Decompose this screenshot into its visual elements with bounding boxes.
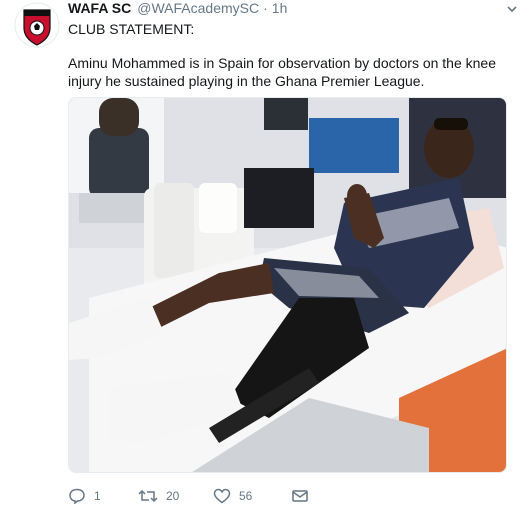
message-button[interactable] xyxy=(291,488,309,504)
avatar[interactable] xyxy=(14,2,60,48)
tweet-actions: 1 20 56 xyxy=(68,486,309,506)
author-handle[interactable]: @WAFAcademySC xyxy=(137,0,259,16)
separator-dot: · xyxy=(263,0,268,16)
retweet-icon xyxy=(138,489,158,503)
retweet-button[interactable]: 20 xyxy=(138,488,213,504)
hospital-photo-image xyxy=(69,98,506,472)
envelope-icon xyxy=(292,490,308,502)
tweet-text: CLUB STATEMENT: Aminu Mohammed is in Spa… xyxy=(68,20,518,90)
tweet-photo[interactable] xyxy=(68,97,507,473)
timestamp[interactable]: 1h xyxy=(272,0,288,16)
tweet-line-1: CLUB STATEMENT: xyxy=(68,21,195,37)
reply-icon xyxy=(69,488,85,504)
like-button[interactable]: 56 xyxy=(213,488,291,504)
wafa-crest-icon xyxy=(14,2,60,48)
reply-count: 1 xyxy=(94,489,101,503)
tweet-line-2: Aminu Mohammed is in Spain for observati… xyxy=(68,55,497,89)
like-count: 56 xyxy=(239,489,253,503)
chevron-down-icon[interactable] xyxy=(505,2,519,16)
reply-button[interactable]: 1 xyxy=(68,488,138,504)
heart-icon xyxy=(213,488,231,504)
tweet-card[interactable]: WAFA SC @WAFAcademySC · 1h CLUB STATEMEN… xyxy=(0,0,529,506)
tweet-header: WAFA SC @WAFAcademySC · 1h xyxy=(68,0,287,16)
retweet-count: 20 xyxy=(166,489,180,503)
author-name[interactable]: WAFA SC xyxy=(68,0,131,16)
